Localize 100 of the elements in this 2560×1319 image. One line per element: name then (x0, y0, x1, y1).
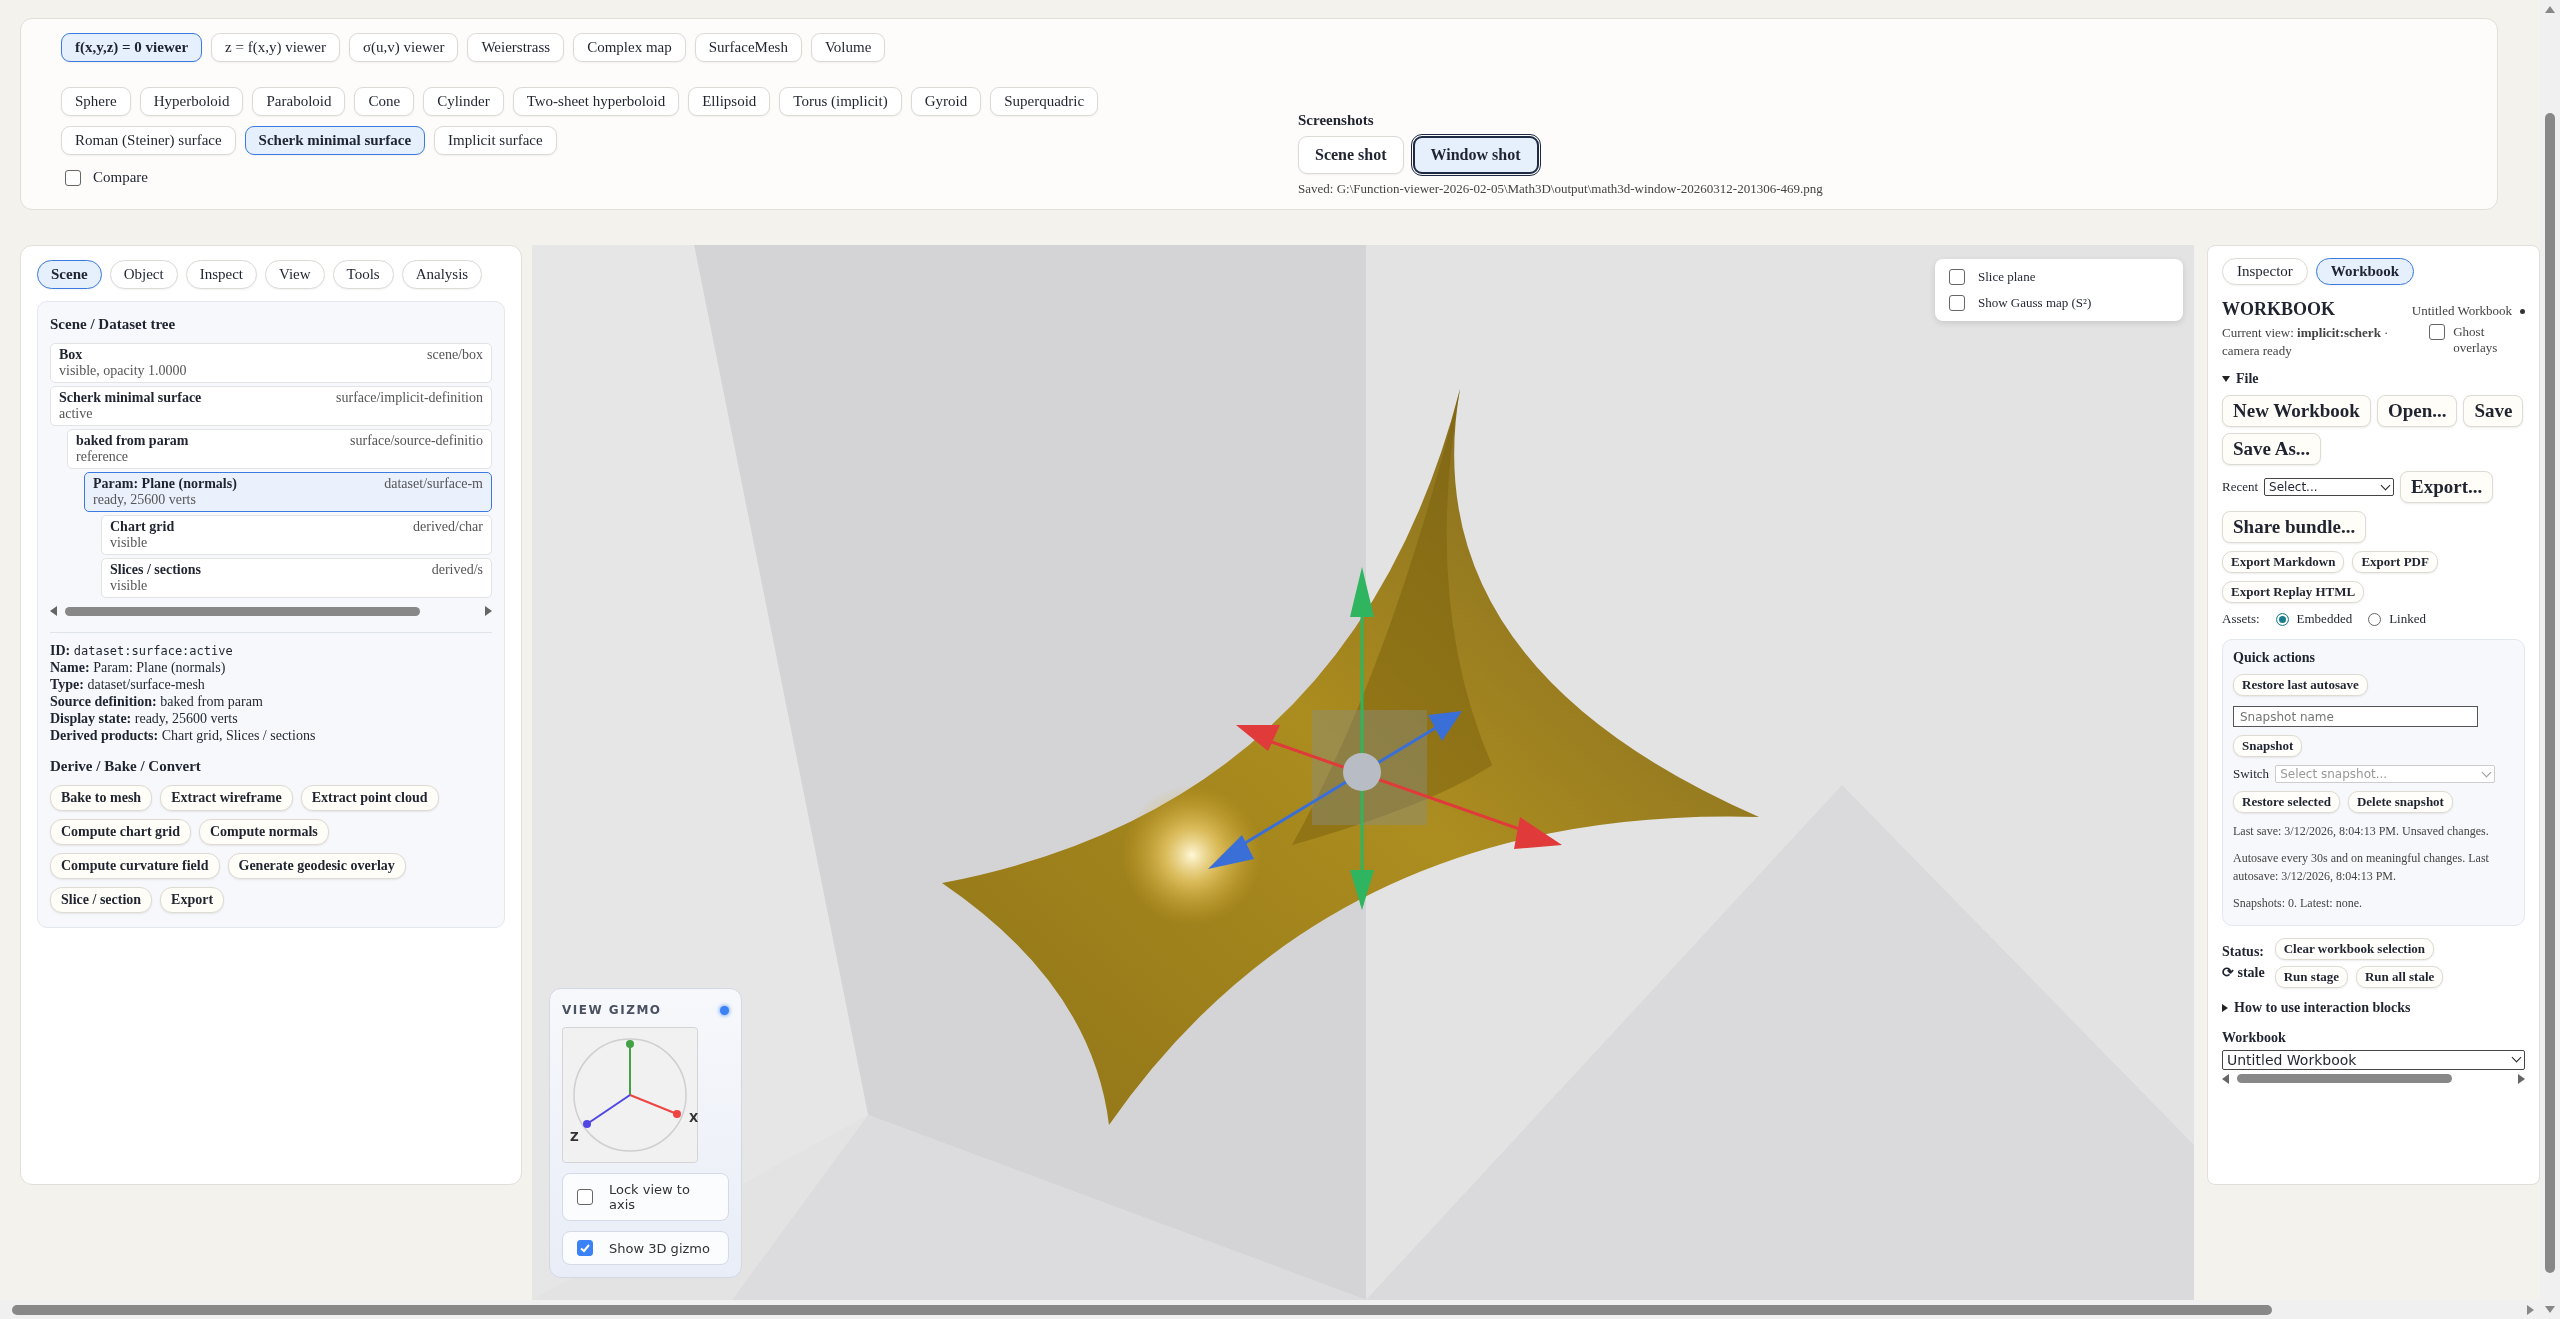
button[interactable]: Extract wireframe (160, 785, 293, 811)
surface-button[interactable]: Paraboloid (252, 87, 346, 116)
disclosure-toggle[interactable]: File (2222, 371, 2525, 388)
button[interactable]: Export (160, 887, 225, 913)
button[interactable]: Delete snapshot (2347, 791, 2453, 814)
button[interactable]: Run stage (2274, 965, 2348, 988)
section-title: Derive / Bake / Convert (50, 758, 202, 775)
detail-text: Type: dataset/surface-mesh (50, 677, 206, 693)
tree-item-state: ready, 25600 verts (93, 492, 197, 508)
toggle-row[interactable]: Lock view to axis (562, 1173, 729, 1221)
viewer-tab[interactable]: SurfaceMesh (694, 33, 802, 62)
button[interactable]: Restore selected (2233, 791, 2340, 814)
disclosure-toggle[interactable]: How to use interaction blocks (2222, 999, 2525, 1016)
panel-tab[interactable]: Object (109, 260, 178, 289)
button[interactable]: Bake to mesh (50, 785, 153, 811)
button[interactable]: Save As... (2222, 433, 2322, 466)
button[interactable]: Open... (2376, 395, 2458, 428)
axes-gizmo-drawing[interactable]: X Z (562, 1027, 698, 1163)
tree-item-name: Box (59, 347, 83, 363)
button[interactable]: Share bundle... (2222, 511, 2367, 544)
viewer-tab[interactable]: σ(u,v) viewer (349, 33, 459, 62)
radio-button[interactable] (2275, 612, 2289, 626)
viewer-tab[interactable]: f(x,y,z) = 0 viewer (61, 33, 203, 62)
dropdown[interactable]: Select... (2264, 478, 2395, 497)
tree-item[interactable]: Chart grid derived/char visible (101, 515, 492, 555)
checkbox[interactable] (1949, 269, 1965, 285)
tree-item[interactable]: Box scene/box visible, opacity 1.0000 (50, 343, 492, 383)
section-title: Screenshots (1298, 112, 1375, 129)
checkbox[interactable] (1949, 295, 1965, 311)
text-field[interactable]: Snapshot name (2233, 706, 2478, 728)
viewer-tab[interactable]: Volume (810, 33, 886, 62)
button[interactable]: Compute chart grid (50, 819, 191, 845)
field-label: Workbook (2222, 1029, 2287, 1046)
surface-button[interactable]: Roman (Steiner) surface (61, 126, 236, 155)
tree-item-state: visible, opacity 1.0000 (59, 363, 188, 379)
surface-button[interactable]: Implicit surface (434, 126, 557, 155)
tree-item-state: visible (110, 535, 149, 551)
checkbox[interactable] (2429, 324, 2446, 340)
section-title: Quick actions (2233, 650, 2317, 667)
radio-button[interactable] (2368, 612, 2382, 626)
surface-button[interactable]: Sphere (61, 87, 131, 116)
tree-item-state: active (59, 406, 94, 422)
tree-item-type: dataset/surface-m (384, 476, 483, 492)
checkbox[interactable] (65, 169, 81, 186)
tree-item[interactable]: Slices / sections derived/s visible (101, 558, 492, 598)
surface-button[interactable]: Two-sheet hyperboloid (512, 87, 680, 116)
panel-tab[interactable]: Workbook (2315, 258, 2415, 285)
surface-button[interactable]: Gyroid (910, 87, 982, 116)
note-text: Snapshots: 0. Latest: none. (2233, 895, 2363, 913)
button[interactable]: Run all stale (2356, 965, 2444, 988)
button[interactable]: New Workbook (2222, 395, 2371, 428)
screenshot-button[interactable]: Window shot (1412, 136, 1539, 174)
checkbox[interactable] (577, 1240, 593, 1256)
workbook-name: Untitled Workbook (2411, 303, 2512, 319)
viewer-tab[interactable]: Weierstrass (467, 33, 565, 62)
surface-button[interactable]: Torus (implicit) (779, 87, 902, 116)
detail-text: Name: Param: Plane (normals) (50, 660, 227, 676)
button[interactable]: Export Markdown (2222, 551, 2345, 574)
panel-tab[interactable]: Scene (37, 260, 102, 289)
screenshot-button[interactable]: Scene shot (1298, 136, 1404, 174)
field-label: Switch (2233, 766, 2270, 783)
surface-button[interactable]: Ellipsoid (688, 87, 771, 116)
viewer-tab[interactable]: Complex map (573, 33, 686, 62)
panel-tab[interactable]: Inspect (185, 260, 257, 289)
surface-button[interactable]: Superquadric (990, 87, 1099, 116)
checkbox[interactable] (577, 1189, 593, 1205)
button[interactable]: Clear workbook selection (2274, 937, 2435, 960)
detail-text: Display state: ready, 25600 verts (50, 711, 239, 727)
tree-item[interactable]: Scherk minimal surface surface/implicit-definition active (50, 386, 492, 426)
button[interactable]: Export Replay HTML (2222, 581, 2365, 604)
button[interactable]: Export... (2400, 471, 2494, 504)
button[interactable]: Snapshot (2233, 735, 2303, 758)
surface-button[interactable]: Cone (354, 87, 415, 116)
viewer-tab[interactable]: z = f(x,y) viewer (211, 33, 340, 62)
panel-tab[interactable]: Tools (332, 260, 394, 289)
panel-tab[interactable]: Analysis (401, 260, 483, 289)
button[interactable]: Generate geodesic overlay (227, 853, 406, 879)
surface-button[interactable]: Hyperboloid (139, 87, 244, 116)
panel-tab[interactable]: Inspector (2222, 258, 2308, 285)
button[interactable]: Restore last autosave (2233, 674, 2368, 697)
button[interactable]: Slice / section (50, 887, 153, 913)
surface-button[interactable]: Scherk minimal surface (244, 126, 426, 155)
dropdown[interactable]: Untitled Workbook (2222, 1049, 2525, 1070)
toggle-row[interactable]: Show 3D gizmo (562, 1231, 729, 1265)
surface-button[interactable]: Cylinder (423, 87, 504, 116)
vertical-scrollbar[interactable] (2540, 0, 2560, 1319)
tree-item-type: surface/source-definitio (350, 433, 483, 449)
panel-tab[interactable]: View (265, 260, 325, 289)
tree-item[interactable]: Param: Plane (normals) dataset/surface-m ready, 25600 verts (84, 472, 492, 512)
tree-item[interactable]: baked from param surface/source-definitio reference (67, 429, 492, 469)
tree-item-name: baked from param (76, 433, 189, 449)
status-dot-icon (720, 1005, 729, 1015)
horizontal-scrollbar[interactable] (0, 1300, 2540, 1319)
button[interactable]: Extract point cloud (300, 785, 439, 811)
button[interactable]: Compute curvature field (50, 853, 220, 879)
detail-text: Source definition: baked from param (50, 694, 264, 710)
button[interactable]: Export PDF (2352, 551, 2438, 574)
tree-item-name: Chart grid (110, 519, 175, 535)
button[interactable]: Save (2463, 395, 2524, 428)
button[interactable]: Compute normals (199, 819, 329, 845)
